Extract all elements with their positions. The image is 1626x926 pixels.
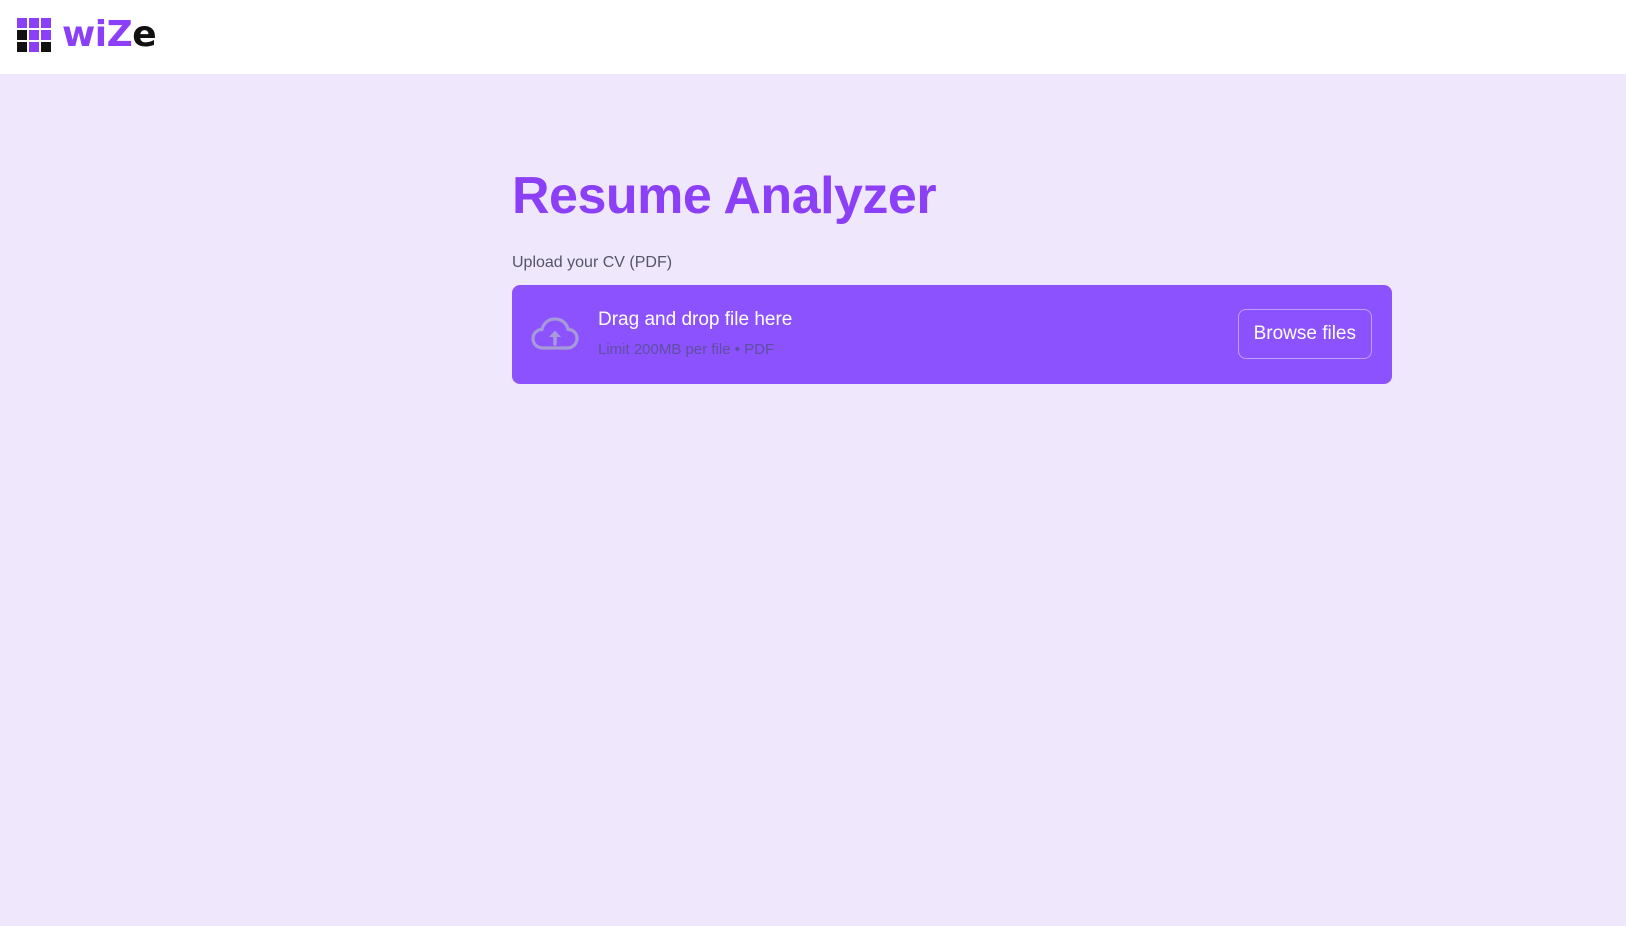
logo-cell (17, 18, 27, 28)
logo-cell (29, 42, 39, 52)
top-header: wiZe (0, 0, 1626, 74)
page-title: Resume Analyzer (512, 167, 937, 225)
logo-cell (17, 42, 27, 52)
upload-label: Upload your CV (PDF) (512, 254, 673, 271)
logo-cell (41, 18, 51, 28)
logo-cell (29, 18, 39, 28)
browse-files-button[interactable]: Browse files (1237, 309, 1372, 359)
dropzone-instructions: Drag and drop file here (598, 309, 793, 330)
logo-cell (41, 42, 51, 52)
logo-cell (17, 30, 27, 40)
cloud-upload-icon (531, 317, 579, 350)
logo-wordmark: wiZe (62, 14, 157, 55)
logo-cell (41, 30, 51, 40)
grid-logo-icon (17, 18, 51, 52)
dropzone-text: Drag and drop file here Limit 200MB per … (598, 309, 792, 358)
logo-cell (29, 30, 39, 40)
logo-text-tail: e (132, 14, 157, 55)
dropzone-limit-text: Limit 200MB per file • PDF (598, 341, 775, 358)
wize-logo[interactable]: wiZe (17, 14, 157, 55)
logo-text-main: wiZ (62, 14, 133, 55)
file-dropzone[interactable]: Drag and drop file here Limit 200MB per … (512, 285, 1392, 384)
